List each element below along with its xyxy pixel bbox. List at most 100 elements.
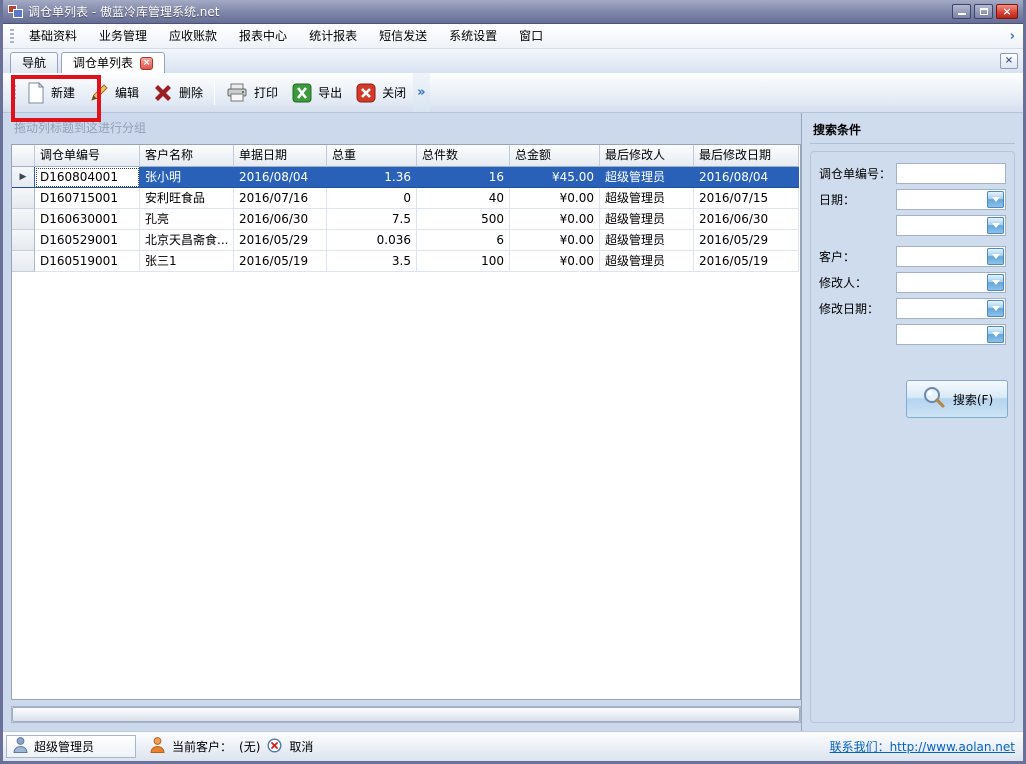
date-from-dropdown[interactable] xyxy=(896,189,1006,210)
tab-close-icon[interactable]: × xyxy=(140,57,153,70)
table-cell[interactable]: ¥0.00 xyxy=(510,188,600,209)
table-cell[interactable]: 张三1 xyxy=(140,251,234,272)
table-cell[interactable]: 1.36 xyxy=(327,167,417,188)
menu-item-business[interactable]: 业务管理 xyxy=(88,24,158,48)
column-header[interactable]: 客户名称 xyxy=(140,145,234,167)
table-cell[interactable]: 2016/07/16 xyxy=(234,188,327,209)
customer-dropdown[interactable] xyxy=(896,246,1006,267)
horizontal-scrollbar[interactable] xyxy=(11,706,801,723)
table-cell[interactable]: 3.5 xyxy=(327,251,417,272)
row-indicator[interactable] xyxy=(12,251,35,272)
table-cell[interactable]: D160630001 xyxy=(35,209,140,230)
table-row[interactable]: D160715001安利旺食品2016/07/16040¥0.00超级管理员20… xyxy=(12,188,800,209)
menu-item-statistics[interactable]: 统计报表 xyxy=(298,24,368,48)
table-cell[interactable]: 孔亮 xyxy=(140,209,234,230)
table-row[interactable]: D160529001北京天昌斋食...2016/05/290.0366¥0.00… xyxy=(12,230,800,251)
table-cell[interactable]: 2016/08/04 xyxy=(234,167,327,188)
tab-navigation[interactable]: 导航 xyxy=(10,52,58,73)
menu-overflow-chevron-icon[interactable]: › xyxy=(1005,29,1020,44)
table-cell[interactable]: 2016/06/30 xyxy=(694,209,799,230)
table-cell[interactable]: 6 xyxy=(417,230,510,251)
modify-date-to-dropdown[interactable] xyxy=(896,324,1006,345)
cancel-label[interactable]: 取消 xyxy=(289,738,313,755)
menu-item-report-center[interactable]: 报表中心 xyxy=(228,24,298,48)
table-cell[interactable]: 超级管理员 xyxy=(600,188,694,209)
delete-button[interactable]: 删除 xyxy=(146,79,210,107)
table-cell[interactable]: 安利旺食品 xyxy=(140,188,234,209)
table-row[interactable]: ▶D160804001张小明2016/08/041.3616¥45.00超级管理… xyxy=(12,167,800,188)
table-row[interactable]: D160519001张三12016/05/193.5100¥0.00超级管理员2… xyxy=(12,251,800,272)
chevron-down-icon[interactable] xyxy=(987,217,1004,234)
table-cell[interactable]: 7.5 xyxy=(327,209,417,230)
modifier-dropdown[interactable] xyxy=(896,272,1006,293)
table-cell[interactable]: 2016/08/04 xyxy=(694,167,799,188)
cancel-icon[interactable] xyxy=(267,738,282,756)
order-no-input[interactable] xyxy=(896,163,1006,184)
column-header[interactable]: 调仓单编号 xyxy=(35,145,140,167)
menu-item-window[interactable]: 窗口 xyxy=(508,24,554,48)
column-header[interactable]: 总金额 xyxy=(510,145,600,167)
table-cell[interactable]: D160519001 xyxy=(35,251,140,272)
table-cell[interactable]: D160715001 xyxy=(35,188,140,209)
chevron-down-icon[interactable] xyxy=(987,274,1004,291)
table-row[interactable]: D160630001孔亮2016/06/307.5500¥0.00超级管理员20… xyxy=(12,209,800,230)
edit-button[interactable]: 编辑 xyxy=(82,79,146,107)
column-header[interactable]: 单据日期 xyxy=(234,145,327,167)
table-cell[interactable]: ¥45.00 xyxy=(510,167,600,188)
close-tab-button[interactable]: 关闭 xyxy=(349,79,413,107)
menu-item-system-settings[interactable]: 系统设置 xyxy=(438,24,508,48)
column-header[interactable]: 最后修改人 xyxy=(600,145,694,167)
column-header[interactable]: 最后修改日期 xyxy=(694,145,799,167)
row-indicator[interactable] xyxy=(12,188,35,209)
modify-date-from-dropdown[interactable] xyxy=(896,298,1006,319)
chevron-down-icon[interactable] xyxy=(987,248,1004,265)
chevron-down-icon[interactable] xyxy=(987,191,1004,208)
table-cell[interactable]: 超级管理员 xyxy=(600,230,694,251)
menu-item-receivables[interactable]: 应收账款 xyxy=(158,24,228,48)
chevron-down-icon[interactable] xyxy=(987,300,1004,317)
column-header[interactable]: 总件数 xyxy=(417,145,510,167)
table-cell[interactable]: D160529001 xyxy=(35,230,140,251)
table-cell[interactable]: 超级管理员 xyxy=(600,167,694,188)
table-cell[interactable]: 0 xyxy=(327,188,417,209)
table-cell[interactable]: D160804001 xyxy=(35,167,140,188)
menu-item-basic-data[interactable]: 基础资料 xyxy=(18,24,88,48)
table-cell[interactable]: 超级管理员 xyxy=(600,209,694,230)
row-indicator[interactable] xyxy=(12,230,35,251)
table-cell[interactable]: 2016/07/15 xyxy=(694,188,799,209)
tab-transfer-order-list[interactable]: 调仓单列表 × xyxy=(61,52,165,73)
date-to-dropdown[interactable] xyxy=(896,215,1006,236)
row-indicator[interactable] xyxy=(12,209,35,230)
tabstrip-close-button[interactable]: × xyxy=(1000,53,1018,69)
search-button[interactable]: 搜索(F) xyxy=(906,380,1008,418)
table-cell[interactable]: ¥0.00 xyxy=(510,209,600,230)
menu-item-sms[interactable]: 短信发送 xyxy=(368,24,438,48)
print-button[interactable]: 打印 xyxy=(219,79,285,106)
minimize-button[interactable] xyxy=(952,4,971,19)
table-cell[interactable]: ¥0.00 xyxy=(510,230,600,251)
close-button[interactable]: × xyxy=(996,4,1018,19)
table-cell[interactable]: 16 xyxy=(417,167,510,188)
maximize-button[interactable] xyxy=(974,4,993,19)
contact-link[interactable]: 联系我们：http://www.aolan.net xyxy=(830,738,1015,755)
table-cell[interactable]: 2016/05/29 xyxy=(234,230,327,251)
export-button[interactable]: 导出 xyxy=(285,79,349,107)
column-header[interactable]: 总重 xyxy=(327,145,417,167)
table-cell[interactable]: 北京天昌斋食... xyxy=(140,230,234,251)
table-cell[interactable]: 超级管理员 xyxy=(600,251,694,272)
table-cell[interactable]: 2016/05/29 xyxy=(694,230,799,251)
table-cell[interactable]: 2016/06/30 xyxy=(234,209,327,230)
table-cell[interactable]: 500 xyxy=(417,209,510,230)
table-cell[interactable]: 张小明 xyxy=(140,167,234,188)
chevron-down-icon[interactable] xyxy=(987,326,1004,343)
new-button[interactable]: 新建 xyxy=(20,78,82,108)
table-cell[interactable]: 100 xyxy=(417,251,510,272)
table-cell[interactable]: 2016/05/19 xyxy=(694,251,799,272)
table-cell[interactable]: 40 xyxy=(417,188,510,209)
table-cell[interactable]: 0.036 xyxy=(327,230,417,251)
scrollbar-thumb[interactable] xyxy=(12,707,800,722)
row-indicator[interactable]: ▶ xyxy=(12,167,35,188)
table-cell[interactable]: 2016/05/19 xyxy=(234,251,327,272)
toolbar-overflow-chevron-icon[interactable]: » xyxy=(413,73,429,112)
table-cell[interactable]: ¥0.00 xyxy=(510,251,600,272)
